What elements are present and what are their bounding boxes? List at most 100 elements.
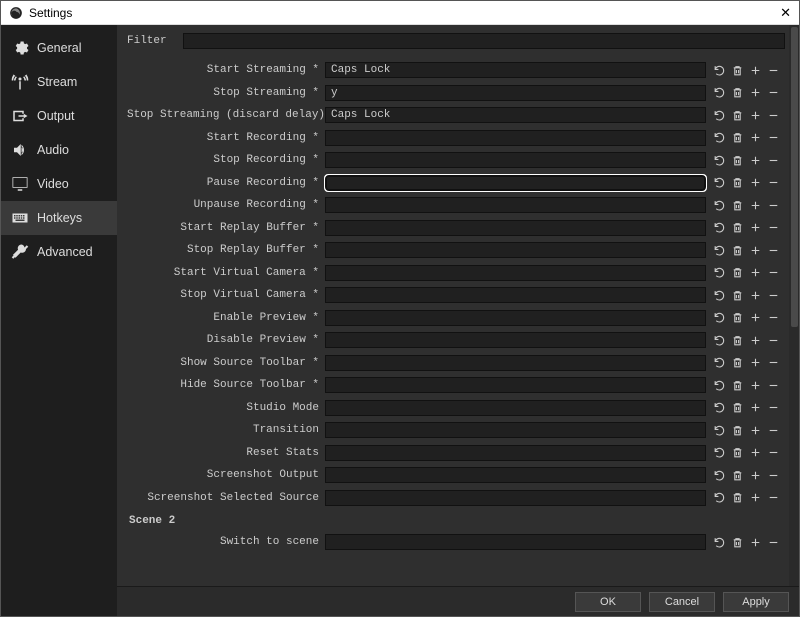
close-button[interactable]: ✕ <box>780 5 791 21</box>
plus-icon[interactable] <box>748 108 763 123</box>
plus-icon[interactable] <box>748 153 763 168</box>
minus-icon[interactable] <box>766 153 781 168</box>
undo-icon[interactable] <box>712 333 727 348</box>
minus-icon[interactable] <box>766 535 781 550</box>
trash-icon[interactable] <box>730 243 745 258</box>
minus-icon[interactable] <box>766 490 781 505</box>
minus-icon[interactable] <box>766 220 781 235</box>
undo-icon[interactable] <box>712 490 727 505</box>
hotkey-input[interactable] <box>325 445 706 461</box>
plus-icon[interactable] <box>748 490 763 505</box>
plus-icon[interactable] <box>748 468 763 483</box>
hotkey-input[interactable] <box>325 287 706 303</box>
plus-icon[interactable] <box>748 310 763 325</box>
minus-icon[interactable] <box>766 468 781 483</box>
undo-icon[interactable] <box>712 130 727 145</box>
minus-icon[interactable] <box>766 400 781 415</box>
undo-icon[interactable] <box>712 265 727 280</box>
minus-icon[interactable] <box>766 175 781 190</box>
hotkey-input[interactable] <box>325 400 706 416</box>
minus-icon[interactable] <box>766 265 781 280</box>
trash-icon[interactable] <box>730 288 745 303</box>
undo-icon[interactable] <box>712 355 727 370</box>
minus-icon[interactable] <box>766 198 781 213</box>
undo-icon[interactable] <box>712 198 727 213</box>
hotkey-input[interactable] <box>325 467 706 483</box>
minus-icon[interactable] <box>766 378 781 393</box>
undo-icon[interactable] <box>712 423 727 438</box>
plus-icon[interactable] <box>748 175 763 190</box>
trash-icon[interactable] <box>730 490 745 505</box>
trash-icon[interactable] <box>730 265 745 280</box>
plus-icon[interactable] <box>748 85 763 100</box>
trash-icon[interactable] <box>730 130 745 145</box>
minus-icon[interactable] <box>766 130 781 145</box>
trash-icon[interactable] <box>730 153 745 168</box>
minus-icon[interactable] <box>766 310 781 325</box>
sidebar-item-output[interactable]: Output <box>1 99 117 133</box>
undo-icon[interactable] <box>712 445 727 460</box>
undo-icon[interactable] <box>712 400 727 415</box>
sidebar-item-stream[interactable]: Stream <box>1 65 117 99</box>
trash-icon[interactable] <box>730 108 745 123</box>
plus-icon[interactable] <box>748 400 763 415</box>
hotkey-input[interactable] <box>325 85 706 101</box>
undo-icon[interactable] <box>712 63 727 78</box>
hotkey-input[interactable] <box>325 62 706 78</box>
trash-icon[interactable] <box>730 63 745 78</box>
trash-icon[interactable] <box>730 400 745 415</box>
hotkey-input[interactable] <box>325 220 706 236</box>
hotkey-input[interactable] <box>325 355 706 371</box>
hotkey-input[interactable] <box>325 107 706 123</box>
plus-icon[interactable] <box>748 445 763 460</box>
undo-icon[interactable] <box>712 85 727 100</box>
undo-icon[interactable] <box>712 310 727 325</box>
trash-icon[interactable] <box>730 445 745 460</box>
minus-icon[interactable] <box>766 288 781 303</box>
trash-icon[interactable] <box>730 198 745 213</box>
plus-icon[interactable] <box>748 378 763 393</box>
plus-icon[interactable] <box>748 265 763 280</box>
undo-icon[interactable] <box>712 243 727 258</box>
trash-icon[interactable] <box>730 220 745 235</box>
cancel-button[interactable]: Cancel <box>649 592 715 612</box>
trash-icon[interactable] <box>730 378 745 393</box>
plus-icon[interactable] <box>748 130 763 145</box>
hotkey-input[interactable] <box>325 534 706 550</box>
trash-icon[interactable] <box>730 535 745 550</box>
plus-icon[interactable] <box>748 288 763 303</box>
sidebar-item-advanced[interactable]: Advanced <box>1 235 117 269</box>
filter-input[interactable] <box>183 33 785 49</box>
plus-icon[interactable] <box>748 535 763 550</box>
hotkey-input[interactable] <box>325 152 706 168</box>
minus-icon[interactable] <box>766 243 781 258</box>
plus-icon[interactable] <box>748 333 763 348</box>
undo-icon[interactable] <box>712 220 727 235</box>
undo-icon[interactable] <box>712 153 727 168</box>
scrollbar-thumb[interactable] <box>791 27 798 327</box>
trash-icon[interactable] <box>730 355 745 370</box>
minus-icon[interactable] <box>766 333 781 348</box>
hotkey-input[interactable] <box>325 332 706 348</box>
plus-icon[interactable] <box>748 423 763 438</box>
sidebar-item-video[interactable]: Video <box>1 167 117 201</box>
hotkey-input[interactable] <box>325 377 706 393</box>
minus-icon[interactable] <box>766 445 781 460</box>
hotkey-input[interactable] <box>325 310 706 326</box>
trash-icon[interactable] <box>730 310 745 325</box>
undo-icon[interactable] <box>712 108 727 123</box>
plus-icon[interactable] <box>748 198 763 213</box>
hotkey-input[interactable] <box>325 197 706 213</box>
hotkey-input[interactable] <box>325 265 706 281</box>
hotkey-input[interactable] <box>325 175 706 191</box>
plus-icon[interactable] <box>748 355 763 370</box>
sidebar-item-audio[interactable]: Audio <box>1 133 117 167</box>
minus-icon[interactable] <box>766 63 781 78</box>
plus-icon[interactable] <box>748 220 763 235</box>
trash-icon[interactable] <box>730 468 745 483</box>
vertical-scrollbar[interactable] <box>789 25 799 586</box>
sidebar-item-general[interactable]: General <box>1 31 117 65</box>
minus-icon[interactable] <box>766 423 781 438</box>
hotkey-input[interactable] <box>325 242 706 258</box>
undo-icon[interactable] <box>712 175 727 190</box>
